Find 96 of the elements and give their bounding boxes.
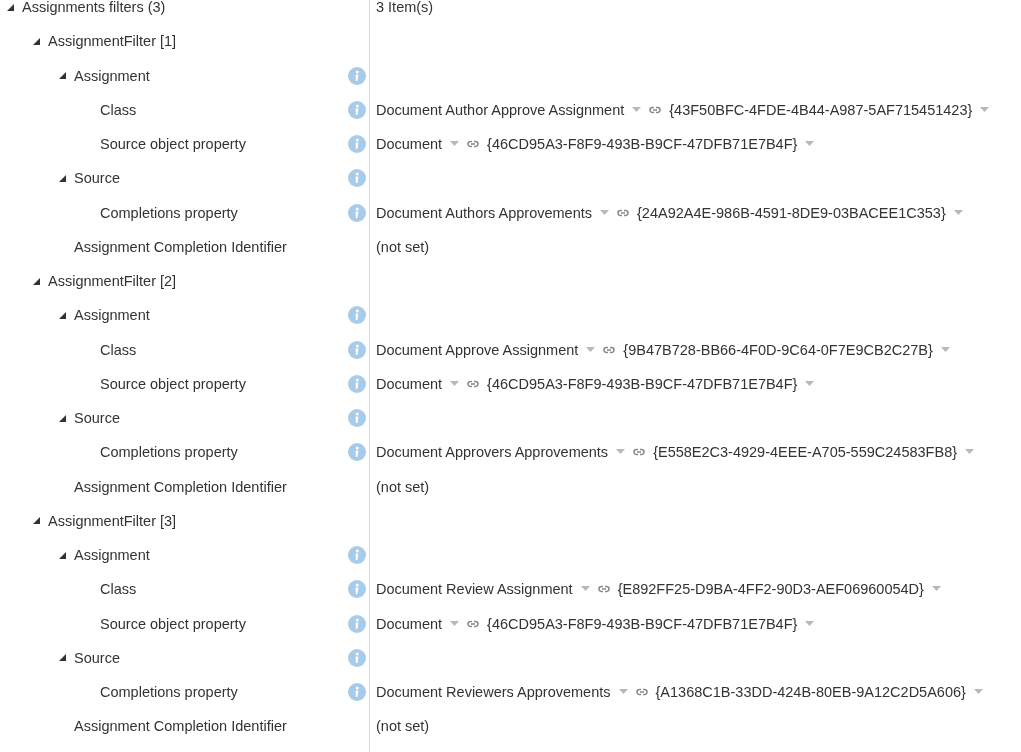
tree-item-label[interactable]: Source	[74, 410, 348, 427]
class-name: Document	[376, 615, 443, 632]
class-name: Document	[376, 375, 443, 392]
expand-arrow-icon[interactable]	[33, 277, 40, 285]
tree-item-label[interactable]: Assignment Completion Identifier	[74, 238, 366, 255]
class-id: {46CD95A3-F8F9-493B-B9CF-47DFB71E7B4F}	[487, 136, 798, 153]
info-icon[interactable]	[348, 203, 366, 222]
tree-item-label[interactable]: AssignmentFilter [1]	[48, 33, 366, 50]
property-value: 3 Item(s)	[376, 0, 434, 16]
dropdown-caret-icon[interactable]	[805, 620, 815, 627]
dropdown-caret-icon[interactable]	[450, 380, 460, 387]
class-id: {E892FF25-D9BA-4FF2-90D3-AEF06960054D}	[617, 581, 924, 598]
expand-arrow-icon[interactable]	[59, 72, 66, 80]
tree-item-label[interactable]: Completions property	[100, 444, 348, 461]
class-name: Document Author Approve Assignment	[376, 101, 625, 118]
expand-arrow-icon[interactable]	[59, 551, 66, 559]
dropdown-caret-icon[interactable]	[618, 689, 628, 696]
dropdown-caret-icon[interactable]	[632, 106, 642, 113]
expand-arrow-icon[interactable]	[33, 517, 40, 525]
info-icon[interactable]	[348, 169, 366, 188]
link-icon[interactable]	[635, 688, 648, 697]
tree-item-label[interactable]: Class	[100, 581, 348, 598]
link-icon[interactable]	[649, 105, 662, 114]
class-name: Document	[376, 136, 443, 153]
expand-arrow-icon[interactable]	[7, 3, 14, 11]
class-id: {9B47B728-BB66-4F0D-9C64-0F7E9CB2C27B}	[623, 341, 933, 358]
info-icon[interactable]	[348, 100, 366, 119]
dropdown-caret-icon[interactable]	[586, 346, 596, 353]
link-icon[interactable]	[617, 208, 629, 217]
property-value: (not set)	[376, 238, 430, 255]
tree-item-label[interactable]: Completions property	[100, 204, 348, 221]
info-icon[interactable]	[348, 340, 366, 359]
tree-item-label[interactable]: Assignment Completion Identifier	[74, 718, 366, 735]
property-value: (not set)	[376, 718, 430, 735]
tree-item-label[interactable]: Class	[100, 101, 348, 118]
tree-item-label[interactable]: Source object property	[100, 615, 348, 632]
dropdown-caret-icon[interactable]	[805, 380, 815, 387]
class-id: {43F50BFC-4FDE-4B44-A987-5AF715451423}	[669, 101, 973, 118]
tree-item-label[interactable]: Source	[74, 170, 348, 187]
dropdown-caret-icon[interactable]	[931, 586, 941, 593]
class-name: Document Review Assignment	[376, 581, 573, 598]
link-icon[interactable]	[467, 379, 480, 388]
info-icon[interactable]	[348, 580, 366, 599]
tree-item-label[interactable]: Assignment	[74, 307, 348, 324]
dropdown-caret-icon[interactable]	[965, 449, 975, 456]
class-name: Document Approvers Approvements	[376, 444, 609, 461]
dropdown-caret-icon[interactable]	[973, 689, 983, 696]
info-icon[interactable]	[348, 306, 366, 325]
dropdown-caret-icon[interactable]	[580, 586, 590, 593]
link-icon[interactable]	[467, 140, 480, 149]
class-name: Document Reviewers Approvements	[376, 684, 611, 701]
dropdown-caret-icon[interactable]	[805, 141, 815, 148]
dropdown-caret-icon[interactable]	[616, 449, 626, 456]
info-icon[interactable]	[348, 409, 366, 428]
link-icon[interactable]	[467, 619, 480, 628]
info-icon[interactable]	[348, 66, 366, 85]
expand-arrow-icon[interactable]	[59, 654, 66, 662]
tree-item-label[interactable]: Assignment	[74, 547, 348, 564]
dropdown-caret-icon[interactable]	[450, 620, 460, 627]
info-icon[interactable]	[348, 648, 366, 667]
class-id: {A1368C1B-33DD-424B-80EB-9A12C2D5A606}	[655, 684, 966, 701]
tree-item-label[interactable]: AssignmentFilter [2]	[48, 273, 366, 290]
dropdown-caret-icon[interactable]	[940, 346, 950, 353]
expand-arrow-icon[interactable]	[59, 174, 66, 182]
dropdown-caret-icon[interactable]	[980, 106, 990, 113]
info-icon[interactable]	[348, 683, 366, 702]
dropdown-caret-icon[interactable]	[450, 141, 460, 148]
class-name: Document Approve Assignment	[376, 341, 579, 358]
class-id: {E558E2C3-4929-4EEE-A705-559C24583FB8}	[653, 444, 958, 461]
tree-item-label[interactable]: AssignmentFilter [3]	[48, 512, 366, 529]
expand-arrow-icon[interactable]	[59, 414, 66, 422]
info-icon[interactable]	[348, 443, 366, 462]
info-icon[interactable]	[348, 546, 366, 565]
class-id: {46CD95A3-F8F9-493B-B9CF-47DFB71E7B4F}	[487, 615, 798, 632]
class-name: Document Authors Approvements	[376, 204, 592, 221]
info-icon[interactable]	[348, 374, 366, 393]
tree-item-label[interactable]: Source object property	[100, 375, 348, 392]
tree-item-label[interactable]: Completions property	[100, 684, 348, 701]
tree-item-label[interactable]: Source	[74, 649, 348, 666]
tree-item-label[interactable]: Class	[100, 341, 348, 358]
link-icon[interactable]	[597, 585, 610, 594]
tree-item-label[interactable]: Assignment Completion Identifier	[74, 478, 366, 495]
tree-item-label[interactable]: Assignment	[74, 67, 348, 84]
tree-item-label[interactable]: Assignments filters (3)	[22, 0, 366, 16]
tree-item-label[interactable]: Source object property	[100, 136, 348, 153]
expand-arrow-icon[interactable]	[33, 37, 40, 45]
info-icon[interactable]	[348, 135, 366, 154]
class-id: {24A92A4E-986B-4591-8DE9-03BACEE1C353}	[637, 204, 946, 221]
dropdown-caret-icon[interactable]	[600, 209, 609, 216]
link-icon[interactable]	[603, 345, 616, 354]
info-icon[interactable]	[348, 614, 366, 633]
expand-arrow-icon[interactable]	[59, 311, 66, 319]
property-value: (not set)	[376, 478, 430, 495]
dropdown-caret-icon[interactable]	[953, 209, 963, 216]
class-id: {46CD95A3-F8F9-493B-B9CF-47DFB71E7B4F}	[487, 375, 798, 392]
link-icon[interactable]	[633, 448, 646, 457]
